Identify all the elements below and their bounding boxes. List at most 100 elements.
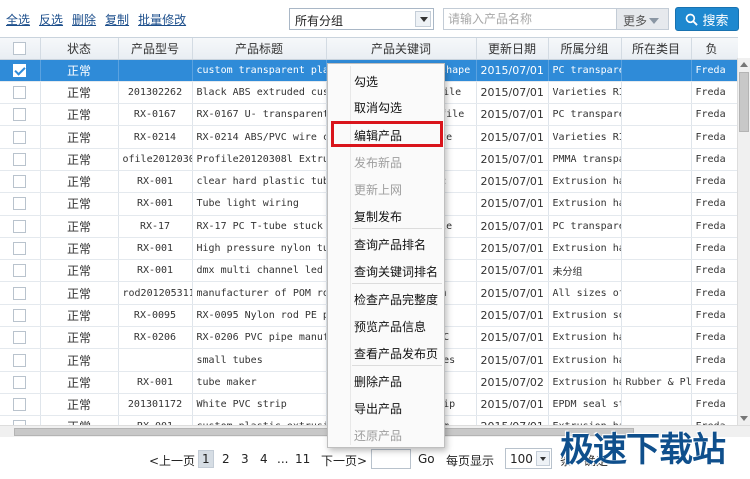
row-checkbox[interactable] <box>13 85 27 99</box>
row-checkbox-cell[interactable] <box>0 192 41 216</box>
row-checkbox[interactable] <box>13 286 27 300</box>
owner-cell: Freda <box>691 103 738 127</box>
model-cell: RX-001 <box>118 237 193 261</box>
page-4-button[interactable]: 4 <box>256 450 272 468</box>
row-checkbox-cell[interactable] <box>0 103 41 127</box>
search-input[interactable] <box>444 9 614 29</box>
row-checkbox-cell[interactable] <box>0 148 41 171</box>
model-cell <box>118 348 193 372</box>
row-checkbox-cell[interactable] <box>0 237 41 261</box>
column-header[interactable]: 更新日期 <box>476 38 549 60</box>
group-cell: Extrusion hard <box>548 170 622 194</box>
group-cell: Extrusion hard <box>548 326 622 350</box>
more-filters-button[interactable]: 更多 <box>616 9 668 29</box>
row-checkbox[interactable] <box>13 152 27 166</box>
per-page-select[interactable]: 100 <box>505 448 552 469</box>
header-checkbox-cell[interactable] <box>0 38 41 60</box>
status-cell: 正常 <box>40 393 119 417</box>
row-checkbox[interactable] <box>13 130 27 144</box>
vertical-scroll-thumb[interactable] <box>739 72 749 132</box>
date-cell: 2015/07/01 <box>476 103 549 127</box>
column-header[interactable]: 产品关键词 <box>326 38 477 60</box>
status-cell: 正常 <box>40 259 119 283</box>
row-checkbox[interactable] <box>13 375 27 389</box>
group-cell: Extrusion hard <box>548 192 622 216</box>
row-checkbox-cell[interactable] <box>0 81 41 105</box>
page-1-button[interactable]: 1 <box>198 450 214 468</box>
date-cell: 2015/07/01 <box>476 237 549 261</box>
row-checkbox-cell[interactable] <box>0 281 41 305</box>
date-cell: 2015/07/01 <box>476 215 549 238</box>
prev-page-button[interactable]: <上一页 <box>145 450 199 468</box>
batch-edit-link[interactable]: 批量修改 <box>138 11 186 28</box>
row-checkbox-cell[interactable] <box>0 125 41 149</box>
row-checkbox-cell[interactable] <box>0 371 41 394</box>
category-cell <box>621 59 692 82</box>
next-page-button[interactable]: 下一页> <box>317 450 371 468</box>
menu-item-publish-new: 发布新品 <box>354 156 403 170</box>
column-header[interactable]: 所属分组 <box>548 38 622 60</box>
per-page-label: 每页显示 <box>446 454 495 468</box>
row-checkbox[interactable] <box>13 398 27 412</box>
menu-item-check-completeness[interactable]: 检查产品完整度 <box>354 291 442 308</box>
category-cell <box>621 170 692 194</box>
invert-selection-link[interactable]: 反选 <box>39 11 63 28</box>
row-checkbox-checked[interactable] <box>13 63 27 77</box>
owner-cell: Freda <box>691 170 738 194</box>
go-button[interactable]: Go <box>414 450 439 468</box>
row-checkbox[interactable] <box>13 308 27 322</box>
copy-link[interactable]: 复制 <box>105 11 129 28</box>
menu-item-delete-product[interactable]: 删除产品 <box>354 373 442 390</box>
row-checkbox-cell[interactable] <box>0 259 41 283</box>
row-checkbox[interactable] <box>13 242 27 256</box>
row-checkbox-cell[interactable] <box>0 304 41 328</box>
menu-item-keyword-rank[interactable]: 查询关键词排名 <box>354 263 442 280</box>
vertical-scrollbar[interactable] <box>737 58 750 425</box>
row-checkbox[interactable] <box>13 264 27 278</box>
group-cell: EPDM seal strip <box>548 393 622 417</box>
category-cell <box>621 215 692 238</box>
row-checkbox-cell[interactable] <box>0 170 41 194</box>
row-checkbox[interactable] <box>13 353 27 367</box>
scroll-up-icon[interactable] <box>740 62 748 67</box>
menu-item-view-publish-page[interactable]: 查看产品发布页 <box>354 345 442 362</box>
menu-separator <box>352 283 442 284</box>
delete-link[interactable]: 删除 <box>72 11 96 28</box>
scroll-down-icon[interactable] <box>740 416 748 421</box>
select-all-link[interactable]: 全选 <box>6 11 30 28</box>
toolbar: 全选 反选 删除 复制 批量修改 所有分组 更多 搜索 <box>0 0 750 38</box>
group-filter-select[interactable]: 所有分组 <box>289 8 434 30</box>
page-2-button[interactable]: 2 <box>218 450 234 468</box>
column-header[interactable]: 负 <box>691 38 738 60</box>
row-checkbox-cell[interactable] <box>0 326 41 350</box>
row-checkbox[interactable] <box>13 175 27 189</box>
horizontal-scroll-thumb[interactable] <box>14 428 634 436</box>
status-cell: 正常 <box>40 192 119 216</box>
row-checkbox-cell[interactable] <box>0 215 41 238</box>
page-number-input[interactable] <box>371 449 411 469</box>
row-checkbox[interactable] <box>13 331 27 345</box>
column-header[interactable]: 产品型号 <box>118 38 193 60</box>
page-3-button[interactable]: 3 <box>237 450 253 468</box>
menu-item-preview-product[interactable]: 预览产品信息 <box>354 318 442 335</box>
row-checkbox-cell[interactable] <box>0 415 41 425</box>
search-box: 更多 <box>443 8 669 30</box>
menu-item-export-product[interactable]: 导出产品 <box>354 400 442 417</box>
menu-item-product-rank[interactable]: 查询产品排名 <box>354 236 442 253</box>
row-checkbox[interactable] <box>13 108 27 122</box>
row-checkbox[interactable] <box>13 197 27 211</box>
row-checkbox[interactable] <box>13 219 27 233</box>
column-header[interactable]: 所在类目 <box>621 38 692 60</box>
menu-item-check[interactable]: 勾选 <box>354 73 442 90</box>
search-button[interactable]: 搜索 <box>675 7 739 31</box>
row-checkbox-cell[interactable] <box>0 348 41 372</box>
group-cell: Varieties RIGID <box>548 81 622 105</box>
menu-item-uncheck[interactable]: 取消勾选 <box>354 99 442 116</box>
column-header[interactable]: 产品标题 <box>192 38 327 60</box>
row-checkbox-cell[interactable] <box>0 393 41 417</box>
select-all-checkbox[interactable] <box>13 41 27 55</box>
row-checkbox-cell[interactable] <box>0 59 41 82</box>
column-header[interactable]: 状态 <box>40 38 119 60</box>
page-11-button[interactable]: 11 <box>291 450 314 468</box>
menu-item-copy-publish[interactable]: 复制发布 <box>354 208 442 225</box>
